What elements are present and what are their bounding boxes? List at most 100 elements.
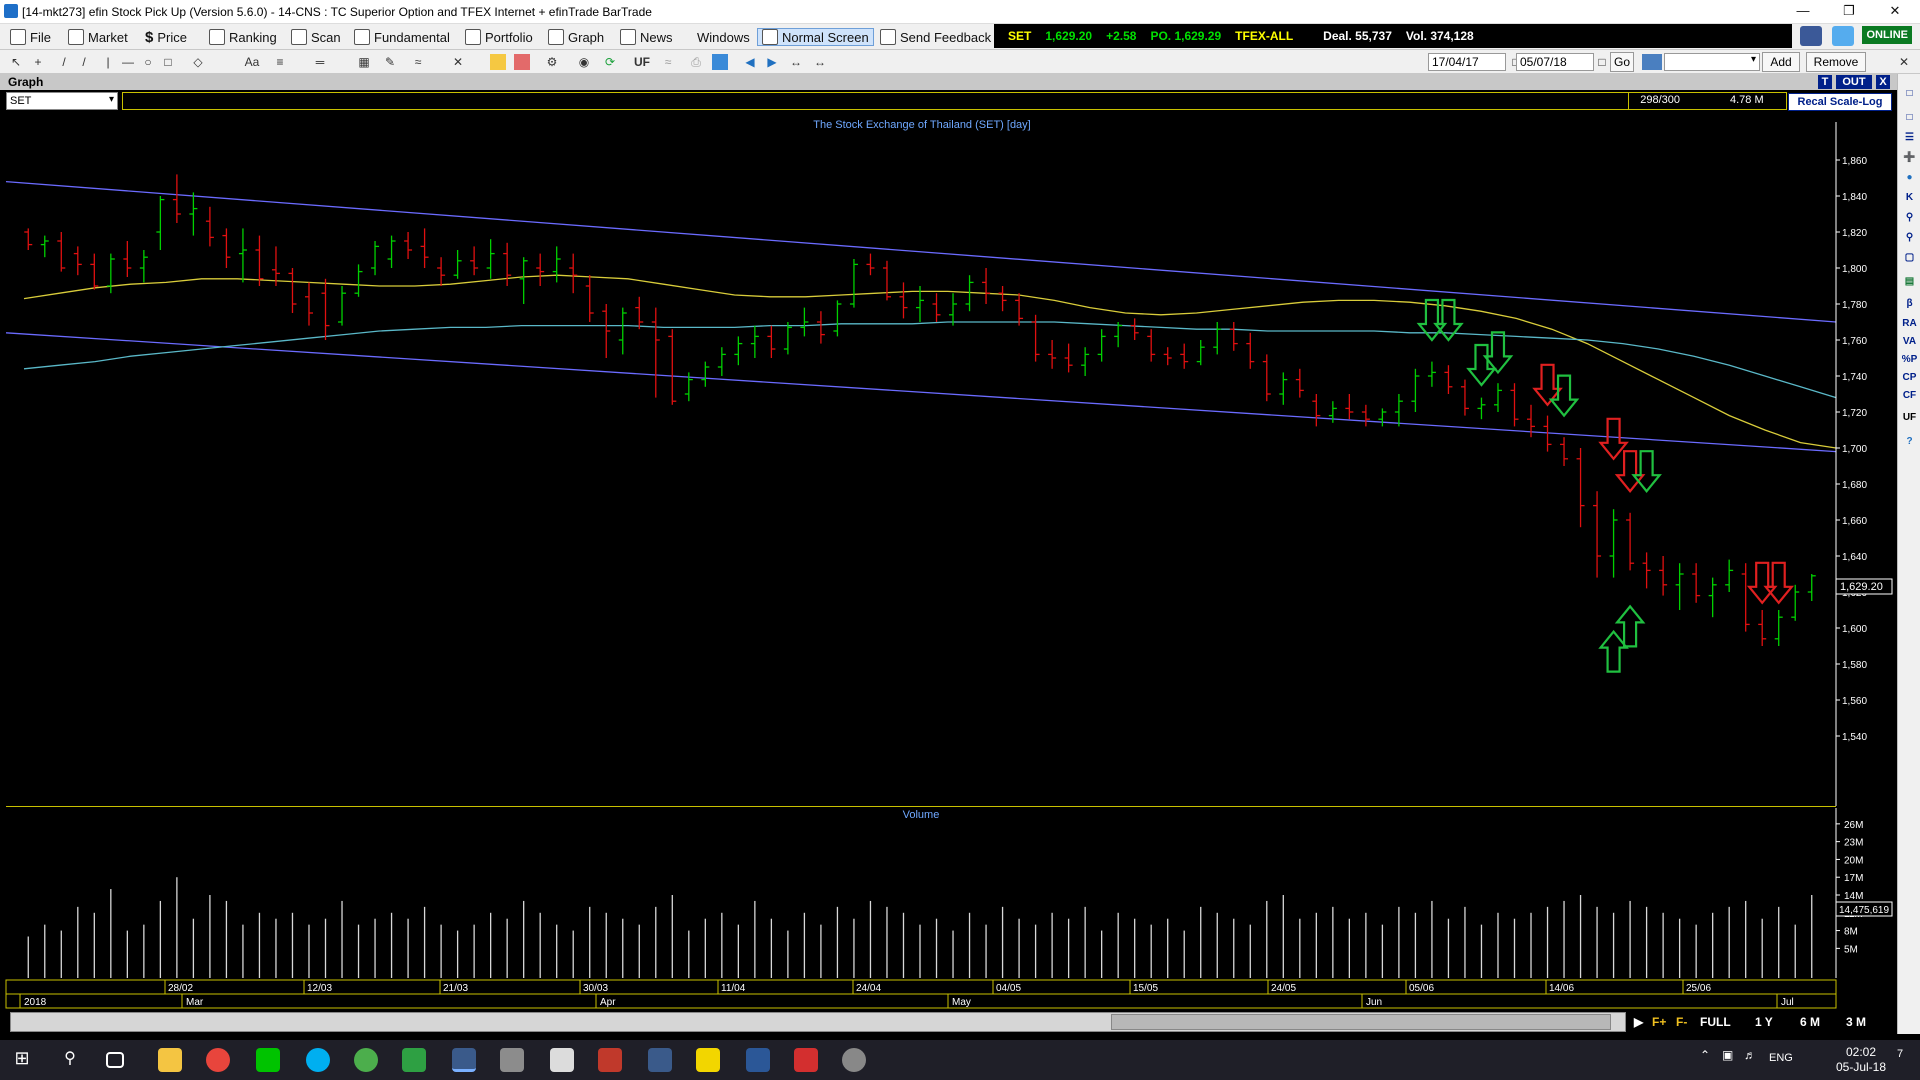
pattern-icon[interactable]: ≈ <box>410 54 426 70</box>
pointer-icon[interactable]: ↖ <box>8 54 24 70</box>
sidebar-add-icon[interactable]: ● <box>1901 170 1918 186</box>
sidebar-zoom-in-icon[interactable]: ⚲ <box>1901 210 1918 226</box>
calculator-icon[interactable] <box>550 1048 574 1072</box>
ray-tool-icon[interactable]: / <box>76 54 92 70</box>
template-select[interactable]: ▾ <box>1664 53 1760 71</box>
text-tool-icon[interactable]: Aa <box>244 54 260 70</box>
t-button[interactable]: T <box>1818 75 1832 89</box>
zoom-out-f-button[interactable]: F- <box>1676 1014 1687 1030</box>
add-button[interactable]: Add <box>1762 52 1800 72</box>
fibonacci-icon[interactable]: ≡ <box>272 54 288 70</box>
zoom-out-icon[interactable]: ↔ <box>788 54 804 70</box>
twitter-icon[interactable] <box>1832 26 1854 46</box>
go-button[interactable]: Go <box>1610 52 1634 72</box>
close-graph-button[interactable]: X <box>1876 75 1890 89</box>
sidebar-help-icon[interactable]: ? <box>1901 434 1918 450</box>
print-icon[interactable]: ⎙ <box>688 54 704 70</box>
menu-price[interactable]: $ Price <box>145 28 187 46</box>
menu-graph[interactable]: Graph <box>548 28 604 46</box>
sidebar-k-icon[interactable]: K <box>1901 190 1918 206</box>
price-chart[interactable]: The Stock Exchange of Thailand (SET) [da… <box>0 112 1897 1012</box>
network-icon[interactable]: ▣ <box>1722 1048 1746 1072</box>
windows-start-icon[interactable]: ⊞ <box>10 1048 34 1072</box>
circle-tool-icon[interactable]: ○ <box>140 54 156 70</box>
maximize-button[interactable]: ❐ <box>1826 0 1872 22</box>
strikethrough-icon[interactable]: ≈ <box>660 54 676 70</box>
range-full[interactable]: FULL <box>1700 1014 1731 1030</box>
task-view-icon[interactable] <box>106 1052 124 1068</box>
menu-news[interactable]: News <box>620 28 673 46</box>
scroll-next-icon[interactable]: ▶ <box>1634 1014 1643 1030</box>
sidebar-zoom-out-icon[interactable]: ⚲ <box>1901 230 1918 246</box>
rectangle-tool-icon[interactable]: □ <box>160 54 176 70</box>
chrome-icon[interactable] <box>206 1048 230 1072</box>
file-explorer-icon[interactable] <box>158 1048 182 1072</box>
sidebar-ra[interactable]: RA <box>1901 316 1918 332</box>
save-image-icon[interactable] <box>712 54 728 70</box>
volume-icon[interactable]: ♬ <box>1744 1048 1768 1072</box>
crosshair-icon[interactable]: + <box>30 54 46 70</box>
template-icon[interactable] <box>1642 54 1662 70</box>
tool-icon[interactable] <box>842 1048 866 1072</box>
range-1y[interactable]: 1 Y <box>1755 1014 1773 1030</box>
line-tool-icon[interactable]: / <box>56 54 72 70</box>
sidebar-uf[interactable]: UF <box>1901 410 1918 426</box>
sidebar-beta-icon[interactable]: β <box>1901 296 1918 312</box>
shape-dropdown-icon[interactable]: ◇ <box>190 54 206 70</box>
symbol-select[interactable]: SET <box>6 92 118 110</box>
zoom-in-icon[interactable]: ↔ <box>812 54 828 70</box>
pencil-icon[interactable]: ✎ <box>382 54 398 70</box>
menu-windows[interactable]: Windows <box>697 28 750 46</box>
sidebar-doc-icon[interactable]: □ <box>1901 110 1918 126</box>
camera-icon[interactable] <box>794 1048 818 1072</box>
magnet-icon[interactable] <box>514 54 530 70</box>
system-clock[interactable]: 02:02 05-Jul-18 <box>1836 1045 1886 1075</box>
scroll-left-icon[interactable]: ◀ <box>742 54 758 70</box>
date-to-input[interactable] <box>1516 53 1594 71</box>
skype-icon[interactable] <box>306 1048 330 1072</box>
horizontal-line-icon[interactable]: — <box>120 54 136 70</box>
line-style-icon[interactable]: ═ <box>312 54 328 70</box>
word-icon[interactable] <box>746 1048 770 1072</box>
sidebar-plus-icon[interactable]: ➕ <box>1901 150 1918 166</box>
world-icon[interactable]: ◉ <box>576 54 592 70</box>
paint-icon[interactable] <box>490 54 506 70</box>
sidebar-window-icon[interactable]: □ <box>1901 86 1918 102</box>
steam-icon[interactable] <box>648 1048 672 1072</box>
search-icon[interactable]: ⚲ <box>58 1048 82 1072</box>
notification-icon[interactable]: 7 <box>1888 1048 1912 1072</box>
grid-icon[interactable]: ▦ <box>356 54 372 70</box>
minimize-button[interactable]: — <box>1780 0 1826 22</box>
tray-up-icon[interactable]: ⌃ <box>1700 1048 1724 1072</box>
input-language[interactable]: ENG <box>1769 1052 1793 1064</box>
sidebar-percent-p[interactable]: %P <box>1901 352 1918 368</box>
remove-button[interactable]: Remove <box>1806 52 1866 72</box>
media-icon[interactable] <box>598 1048 622 1072</box>
scrollbar-thumb[interactable] <box>1111 1014 1611 1030</box>
sidebar-list-icon[interactable]: ☰ <box>1901 130 1918 146</box>
line-app-icon[interactable] <box>256 1048 280 1072</box>
sidebar-va[interactable]: VA <box>1901 334 1918 350</box>
scroll-right-icon[interactable]: ▶ <box>764 54 780 70</box>
zoom-in-f-button[interactable]: F+ <box>1652 1014 1666 1030</box>
menu-market[interactable]: Market <box>68 28 128 46</box>
app-icon-2[interactable] <box>500 1048 524 1072</box>
range-6m[interactable]: 6 M <box>1800 1014 1820 1030</box>
calendar-to-icon[interactable]: □ <box>1594 54 1610 70</box>
recal-scale-log-button[interactable]: Recal Scale-Log <box>1788 93 1892 111</box>
menu-file[interactable]: File <box>10 28 51 46</box>
settings-dropdown-icon[interactable]: ⚙ <box>544 54 560 70</box>
menu-portfolio[interactable]: Portfolio <box>465 28 533 46</box>
uf-button[interactable]: UF <box>632 54 652 70</box>
delete-tool-icon[interactable]: ✕ <box>450 54 466 70</box>
utorrent-icon[interactable] <box>354 1048 378 1072</box>
send-feedback-button[interactable]: Send Feedback <box>880 28 991 46</box>
efin-app-icon[interactable] <box>452 1048 476 1072</box>
trade-app-icon[interactable] <box>402 1048 426 1072</box>
close-window-button[interactable]: ✕ <box>1872 0 1918 22</box>
range-3m[interactable]: 3 M <box>1846 1014 1866 1030</box>
sidebar-cp[interactable]: CP <box>1901 370 1918 386</box>
sidebar-cf[interactable]: CF <box>1901 388 1918 404</box>
out-button[interactable]: OUT <box>1836 75 1872 89</box>
date-from-input[interactable] <box>1428 53 1506 71</box>
